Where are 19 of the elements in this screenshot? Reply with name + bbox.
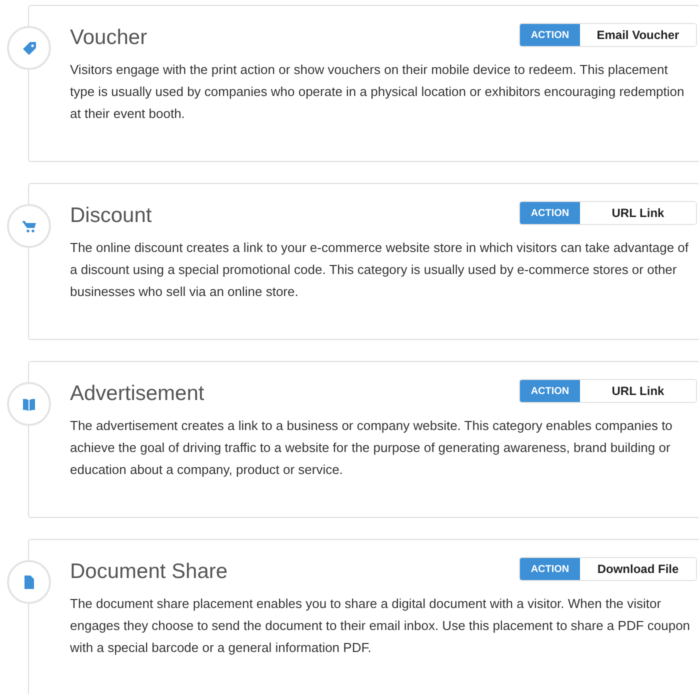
tag-icon: [21, 40, 37, 56]
placement-title: Advertisement: [70, 382, 204, 406]
action-selector[interactable]: ACTION URL Link: [519, 201, 697, 225]
action-badge: ACTION: [520, 558, 580, 580]
placement-description: Visitors engage with the print action or show vouchers on their mobile device to redeem. This placement type is usually used by companies who operate in a physical location or exhibitors encouraging redemption at their event booth.: [70, 61, 686, 123]
action-selector[interactable]: ACTION Download File: [519, 557, 697, 581]
action-badge: ACTION: [520, 24, 580, 46]
action-selector[interactable]: ACTION Email Voucher: [519, 23, 697, 47]
action-badge: ACTION: [520, 380, 580, 402]
placement-description: The online discount creates a link to your e-commerce website store in which visitors can take advantage of a discount using a special promotional code. This category is usually used by e-commerce stores or other businesses who sell via an online store.: [70, 239, 690, 301]
placement-title: Voucher: [70, 26, 148, 50]
placement-description: The document share placement enables you to share a digital document with a visitor. When the visitor engages they choose to send the document to their email inbox. Use this placement to share a PDF coupon with a special barcode or a general information PDF.: [70, 595, 692, 657]
placement-description: The advertisement creates a link to a business or company website. This category enables companies to achieve the goal of driving traffic to a website for the purpose of generating awareness, brand building or education about a company, product or service.: [70, 417, 674, 479]
placement-title: Discount: [70, 204, 152, 228]
action-badge: ACTION: [520, 202, 580, 224]
book-icon: [21, 396, 37, 412]
cart-icon: [21, 218, 37, 234]
action-selector[interactable]: ACTION URL Link: [519, 379, 697, 403]
placement-title: Document Share: [70, 560, 228, 584]
